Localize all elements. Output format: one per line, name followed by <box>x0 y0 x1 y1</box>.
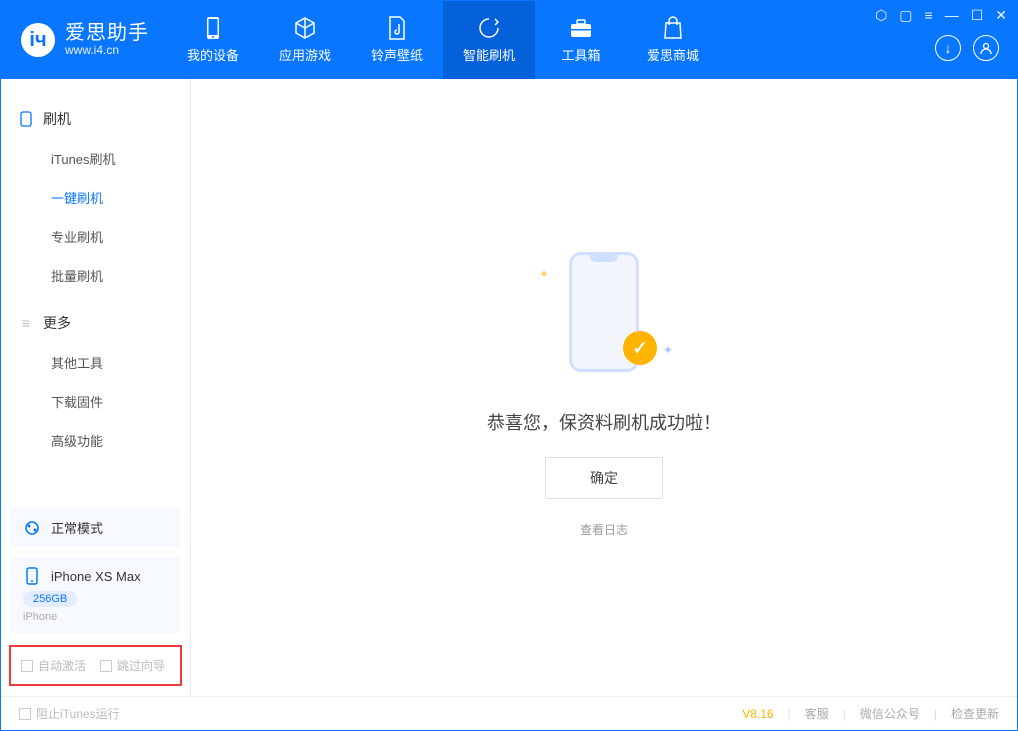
device-type: iPhone <box>23 611 168 623</box>
nav-store[interactable]: 爱思商城 <box>627 1 719 79</box>
view-log-link[interactable]: 查看日志 <box>580 521 628 538</box>
section-title: 更多 <box>43 313 71 333</box>
nav-flash[interactable]: 智能刷机 <box>443 1 535 79</box>
nav-apps[interactable]: 应用游戏 <box>259 1 351 79</box>
sidebar-head-more: ≡ 更多 <box>1 303 190 343</box>
checkbox-label: 跳过向导 <box>117 657 165 674</box>
section-title: 刷机 <box>43 109 71 129</box>
version-label: V8.16 <box>742 707 773 721</box>
note-icon[interactable]: ▢ <box>899 7 912 24</box>
menu-icon[interactable]: ≡ <box>925 7 933 24</box>
account-button[interactable] <box>973 35 999 61</box>
logo-area: iч 爱思助手 www.i4.cn <box>1 22 167 57</box>
checkbox-label: 阻止iTunes运行 <box>36 705 120 722</box>
titlebar-controls: ⬡ ▢ ≡ — ☐ ✕ <box>875 7 1007 24</box>
nav-my-device[interactable]: 我的设备 <box>167 1 259 79</box>
footer: 阻止iTunes运行 V8.16 | 客服 | 微信公众号 | 检查更新 <box>1 696 1017 730</box>
sidebar-item-batch-flash[interactable]: 批量刷机 <box>1 256 190 295</box>
sparkle-icon: ✦ <box>539 267 549 281</box>
app-logo-icon: iч <box>21 23 55 57</box>
minimize-icon[interactable]: — <box>945 7 959 24</box>
bag-icon <box>661 16 685 40</box>
checkbox-label: 自动激活 <box>38 657 86 674</box>
mode-icon <box>23 519 41 537</box>
music-file-icon <box>385 16 409 40</box>
sidebar-item-oneclick-flash[interactable]: 一键刷机 <box>1 178 190 217</box>
sidebar-item-download-firmware[interactable]: 下载固件 <box>1 382 190 421</box>
device-panels: 正常模式 iPhone XS Max 256GB iPhone <box>1 498 190 645</box>
device-panel[interactable]: iPhone XS Max 256GB iPhone <box>11 557 180 633</box>
header: iч 爱思助手 www.i4.cn 我的设备 应用游戏 铃声壁纸 智能刷机 工具… <box>1 1 1017 79</box>
main-content: ✦ ✓ ✦ 恭喜您，保资料刷机成功啦！ 确定 查看日志 <box>191 79 1017 696</box>
sparkle-icon: ✦ <box>663 343 673 357</box>
storage-badge: 256GB <box>23 591 77 607</box>
toolbox-icon <box>569 16 593 40</box>
main-nav: 我的设备 应用游戏 铃声壁纸 智能刷机 工具箱 爱思商城 <box>167 1 719 79</box>
app-name: 爱思助手 <box>65 22 149 44</box>
footer-link-service[interactable]: 客服 <box>805 705 829 722</box>
sidebar-item-itunes-flash[interactable]: iTunes刷机 <box>1 139 190 178</box>
sidebar: 刷机 iTunes刷机 一键刷机 专业刷机 批量刷机 ≡ 更多 其他工具 下载固… <box>1 79 191 696</box>
device-icon <box>23 567 41 585</box>
body: 刷机 iTunes刷机 一键刷机 专业刷机 批量刷机 ≡ 更多 其他工具 下载固… <box>1 79 1017 696</box>
close-icon[interactable]: ✕ <box>995 7 1007 24</box>
sidebar-section-more: ≡ 更多 其他工具 下载固件 高级功能 <box>1 303 190 460</box>
check-circle-icon: ✓ <box>623 331 657 365</box>
success-illustration: ✦ ✓ ✦ <box>529 237 679 387</box>
ok-button[interactable]: 确定 <box>545 457 663 499</box>
logo-text: 爱思助手 www.i4.cn <box>65 22 149 57</box>
sidebar-item-advanced[interactable]: 高级功能 <box>1 421 190 460</box>
app-url: www.i4.cn <box>65 44 149 57</box>
download-button[interactable]: ↓ <box>935 35 961 61</box>
sidebar-item-other-tools[interactable]: 其他工具 <box>1 343 190 382</box>
list-icon: ≡ <box>19 316 33 330</box>
phone-icon <box>201 16 225 40</box>
footer-link-wechat[interactable]: 微信公众号 <box>860 705 920 722</box>
nav-label: 智能刷机 <box>463 45 515 64</box>
checkbox-skip-guide[interactable]: 跳过向导 <box>100 657 165 674</box>
sidebar-item-pro-flash[interactable]: 专业刷机 <box>1 217 190 256</box>
nav-label: 铃声壁纸 <box>371 45 423 64</box>
refresh-shield-icon <box>477 16 501 40</box>
nav-ringtones[interactable]: 铃声壁纸 <box>351 1 443 79</box>
header-actions: ↓ <box>935 35 999 61</box>
sidebar-head-flash: 刷机 <box>1 99 190 139</box>
mode-label: 正常模式 <box>51 518 103 537</box>
maximize-icon[interactable]: ☐ <box>971 7 984 24</box>
checkbox-block-itunes[interactable]: 阻止iTunes运行 <box>19 705 120 722</box>
nav-label: 工具箱 <box>561 45 600 64</box>
phone-small-icon <box>19 112 33 126</box>
tshirt-icon[interactable]: ⬡ <box>875 7 887 24</box>
success-message: 恭喜您，保资料刷机成功啦！ <box>487 409 721 435</box>
device-name: iPhone XS Max <box>51 569 141 584</box>
nav-label: 爱思商城 <box>647 45 699 64</box>
nav-toolbox[interactable]: 工具箱 <box>535 1 627 79</box>
sidebar-section-flash: 刷机 iTunes刷机 一键刷机 专业刷机 批量刷机 <box>1 99 190 295</box>
nav-label: 应用游戏 <box>279 45 331 64</box>
checkbox-auto-activate[interactable]: 自动激活 <box>21 657 86 674</box>
highlighted-options: 自动激活 跳过向导 <box>9 645 182 686</box>
footer-link-update[interactable]: 检查更新 <box>951 705 999 722</box>
nav-label: 我的设备 <box>187 45 239 64</box>
mode-panel[interactable]: 正常模式 <box>11 508 180 547</box>
cube-icon <box>293 16 317 40</box>
